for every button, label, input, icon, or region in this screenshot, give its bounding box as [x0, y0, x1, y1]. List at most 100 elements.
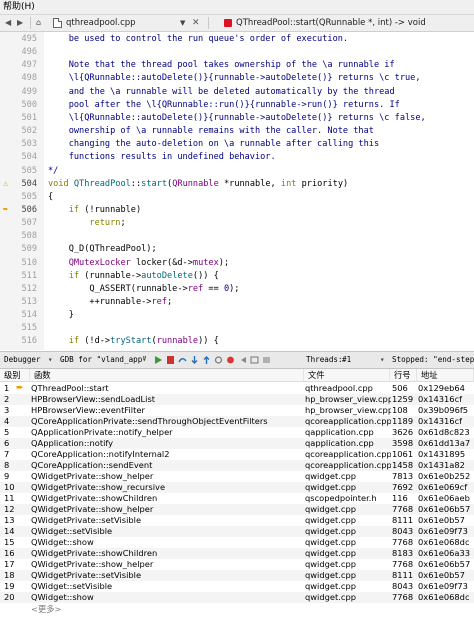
code-line[interactable]: 513 ++runnable->ref;	[0, 296, 474, 309]
lock-icon[interactable]: ⌂	[36, 15, 41, 31]
code-line[interactable]: 517 d->enqueueTask(runnable, priority);	[0, 349, 474, 351]
column-header-file[interactable]: 文件	[304, 369, 390, 382]
stack-frame-row[interactable]: 17 QWidgetPrivate::show_helper qwidget.cpp…	[0, 559, 474, 570]
code-text: changing the auto-deletion on \a runnabl…	[48, 139, 380, 150]
code-text: ++runnable->ref;	[48, 296, 172, 309]
menu-help[interactable]: 帮助(H)	[0, 2, 35, 12]
breakpoint-icon[interactable]	[226, 356, 235, 364]
stack-frame-row[interactable]: 14 QWidget::setVisible qwidget.cpp 8043 0x61…	[0, 526, 474, 538]
code-line[interactable]: 501 \l{QRunnable::autoDelete()}{runnable…	[0, 112, 474, 125]
stack-frame-row[interactable]: 11 QWidgetPrivate::showChildren qscopedpoi…	[0, 493, 474, 504]
code-line[interactable]: 512 Q_ASSERT(runnable->ref == 0);	[0, 283, 474, 296]
code-token: priority)	[296, 178, 349, 189]
code-line[interactable]: 510 QMutexLocker locker(&d->mutex);	[0, 257, 474, 270]
code-token: void	[48, 178, 74, 189]
frame-line: 3626	[392, 426, 414, 437]
code-line[interactable]: 495 be used to control the run queue's o…	[0, 33, 474, 46]
stack-frame-row[interactable]: 12 QWidgetPrivate::show_helper qwidget.cpp…	[0, 504, 474, 516]
column-header-address[interactable]: 地址	[417, 369, 474, 382]
continue-icon[interactable]	[154, 356, 163, 364]
stack-frame-row[interactable]: 3 HPBrowserView::eventFilter hp_browser_vi…	[0, 405, 474, 416]
stack-frame-row[interactable]: 13 QWidgetPrivate::setVisible qwidget.cpp 8…	[0, 515, 474, 526]
step-out-icon[interactable]	[202, 356, 211, 364]
stack-frame-row[interactable]: 9 QWidgetPrivate::show_helper qwidget.cpp 7…	[0, 471, 474, 482]
code-text: \l{QRunnable::autoDelete()}{runnable->au…	[48, 73, 421, 84]
gdb-dropdown-icon[interactable]: ▾	[142, 352, 147, 368]
code-line[interactable]: 498 \l{QRunnable::autoDelete()}{runnable…	[0, 72, 474, 85]
frame-level: 2	[4, 393, 10, 404]
disassembly-icon[interactable]	[250, 356, 259, 364]
frame-address: 0x61e06a33	[418, 548, 471, 559]
frame-function: QApplication::notify	[31, 437, 114, 448]
thread-selector[interactable]: #1	[342, 352, 351, 368]
code-line[interactable]: 515	[0, 322, 474, 335]
debugger-dropdown-icon[interactable]: ▾	[48, 352, 53, 368]
frame-file: qwidget.cpp	[305, 548, 356, 559]
code-line[interactable]: 503 changing the auto-deletion on \a run…	[0, 138, 474, 151]
symbol-selector[interactable]: QThreadPool::start(QRunnable *, int) -> …	[236, 15, 426, 31]
code-line[interactable]: 502 ownership of \a runnable remains wit…	[0, 125, 474, 138]
code-editor[interactable]: 495 be used to control the run queue's o…	[0, 32, 474, 350]
stack-frame-row[interactable]: 6 QApplication::notify qapplication.cpp 359…	[0, 437, 474, 449]
forward-arrow-icon[interactable]: ▶	[17, 15, 23, 31]
code-text: */	[48, 165, 59, 176]
code-line[interactable]: 514 }	[0, 309, 474, 322]
stack-frame-row[interactable]: 5 QApplicationPrivate::notify_helper qappl…	[0, 427, 474, 438]
frame-function: QWidgetPrivate::show_helper	[31, 470, 154, 481]
code-token: ref	[187, 283, 204, 294]
code-line[interactable]: 507 return;	[0, 217, 474, 230]
toolbar-divider	[30, 17, 31, 29]
frame-address: 0x61e068dc	[418, 537, 470, 548]
stack-frame-row[interactable]: 16 QWidgetPrivate::showChildren qwidget.cp…	[0, 548, 474, 560]
code-line[interactable]: 499 and the \a runnable will be deleted …	[0, 86, 474, 99]
column-header-level[interactable]: 级别	[0, 369, 30, 382]
code-line[interactable]: 500 pool after the \l{QRunnable::run()}{…	[0, 99, 474, 112]
column-header-function[interactable]: 函数	[30, 369, 304, 382]
thread-dropdown-icon[interactable]: ▾	[380, 352, 385, 368]
code-line[interactable]: 505 */	[0, 165, 474, 178]
stack-frame-row[interactable]: 10 QWidgetPrivate::show_recursive qwidget.…	[0, 481, 474, 493]
code-line[interactable]: 496	[0, 46, 474, 59]
editor-toolbar: ◀ ▶ ⌂ qthreadpool.cpp ▼ ✕ QThreadPool::s…	[0, 15, 474, 32]
code-token: (!runnable)	[79, 204, 142, 215]
more-frames-row[interactable]: <更多>	[0, 604, 474, 615]
stack-frame-row[interactable]: 1 ➨ QThreadPool::start qthreadpool.cpp 506 0x…	[0, 383, 474, 394]
code-line[interactable]: 504 functions results in undefined behav…	[0, 151, 474, 164]
frame-file: hp_browser_view.cpp	[305, 404, 391, 415]
stack-frame-row[interactable]: 4 QCoreApplicationPrivate::sendThroughObj…	[0, 415, 474, 427]
stop-icon[interactable]	[166, 356, 175, 364]
code-line[interactable]: 509 Q_D(QThreadPool);	[0, 243, 474, 256]
stack-frame-row[interactable]: 19 QWidget::setVisible qwidget.cpp 8043 0x61…	[0, 581, 474, 592]
step-into-icon[interactable]	[190, 356, 199, 364]
file-dropdown-icon[interactable]: ▼	[180, 15, 185, 31]
code-line[interactable]: 497 Note that the thread pool takes owne…	[0, 59, 474, 72]
stack-frame-row[interactable]: 7 QCoreApplication::notifyInternal2 qcorea…	[0, 449, 474, 460]
stack-frame-row[interactable]: 15 QWidget::show qwidget.cpp 7768 0x61e068dc	[0, 537, 474, 548]
code-token: start	[141, 178, 168, 189]
reverse-icon[interactable]	[238, 356, 247, 364]
restart-icon[interactable]	[214, 356, 223, 364]
file-name-selector[interactable]: qthreadpool.cpp	[66, 15, 136, 31]
frame-level: 18	[4, 570, 15, 581]
close-file-icon[interactable]: ✕	[192, 15, 200, 31]
stack-frame-row[interactable]: 20 QWidget::show qwidget.cpp 7768 0x61e068dc	[0, 592, 474, 604]
code-line[interactable]: 504 ⚠ void QThreadPool::start(QRunnable *r…	[0, 178, 474, 191]
code-line[interactable]: 506 ➨ if (!runnable)	[0, 204, 474, 217]
operate-by-instruction-icon[interactable]	[262, 356, 271, 364]
step-over-icon[interactable]	[178, 356, 187, 364]
code-line[interactable]: 505 {	[0, 191, 474, 204]
code-token: QRunnable	[172, 178, 219, 189]
stack-frame-row[interactable]: 2 HPBrowserView::sendLoadList hp_browser_v…	[0, 393, 474, 405]
code-line[interactable]: 516 if (!d->tryStart(runnable)) {	[0, 335, 474, 348]
gdb-selector[interactable]: GDB for "vland_app"	[60, 352, 147, 368]
code-text: \l{QRunnable::autoDelete()}{runnable->au…	[48, 112, 426, 123]
column-header-line[interactable]: 行号	[390, 369, 417, 382]
frame-function: QApplicationPrivate::notify_helper	[31, 426, 173, 437]
stack-frame-row[interactable]: 18 QWidgetPrivate::setVisible qwidget.cpp 8…	[0, 570, 474, 582]
code-line[interactable]: 508	[0, 230, 474, 243]
line-number: 508	[21, 231, 37, 242]
stack-frame-row[interactable]: 8 QCoreApplication::sendEvent qcoreapplica…	[0, 459, 474, 471]
back-arrow-icon[interactable]: ◀	[5, 15, 11, 31]
frame-function: QThreadPool::start	[31, 382, 109, 393]
code-line[interactable]: 511 if (runnable->autoDelete()) {	[0, 270, 474, 283]
